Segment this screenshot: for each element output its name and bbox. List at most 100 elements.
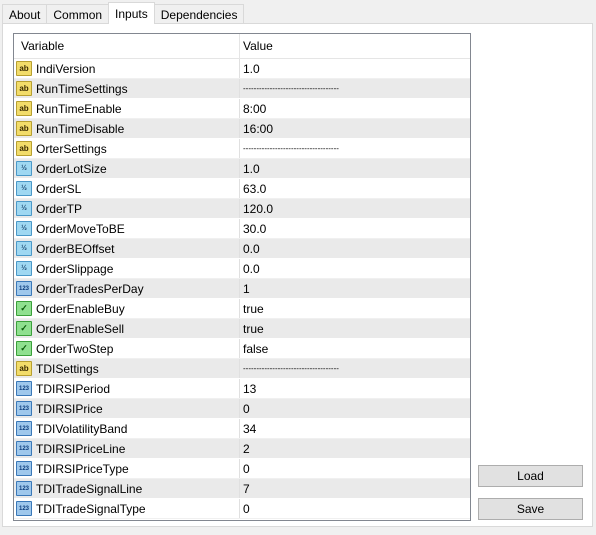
- value-cell[interactable]: 30.0: [240, 219, 470, 238]
- variable-name: RunTimeSettings: [36, 81, 128, 96]
- integer-icon: 123: [16, 281, 32, 296]
- string-icon: ab: [16, 121, 32, 136]
- table-row[interactable]: ab TDISettings ---------------------------…: [14, 359, 470, 379]
- variable-name: RunTimeEnable: [36, 101, 122, 116]
- value-cell[interactable]: true: [240, 299, 470, 318]
- boolean-icon: ✓: [16, 341, 32, 356]
- column-header-variable[interactable]: Variable: [14, 34, 240, 58]
- column-header-value[interactable]: Value: [240, 34, 470, 58]
- table-row[interactable]: ½ OrderBEOffset 0.0: [14, 239, 470, 259]
- integer-icon: 123: [16, 401, 32, 416]
- variable-cell: ½ OrderSL: [14, 179, 240, 198]
- tab-about[interactable]: About: [2, 4, 48, 24]
- variable-cell: ab RunTimeSettings: [14, 79, 240, 98]
- boolean-icon: ✓: [16, 321, 32, 336]
- double-icon: ½: [16, 201, 32, 216]
- table-row[interactable]: ½ OrderSL 63.0: [14, 179, 470, 199]
- table-row[interactable]: 123 TDIRSIPrice 0: [14, 399, 470, 419]
- table-row[interactable]: ab RunTimeDisable 16:00: [14, 119, 470, 139]
- integer-icon: 123: [16, 481, 32, 496]
- table-row[interactable]: ½ OrderSlippage 0.0: [14, 259, 470, 279]
- variable-name: IndiVersion: [36, 61, 96, 76]
- value-cell[interactable]: ------------------------------------: [240, 139, 470, 158]
- variable-cell: 123 TDIRSIPriceLine: [14, 439, 240, 458]
- table-row[interactable]: 123 TDIRSIPeriod 13: [14, 379, 470, 399]
- table-row[interactable]: 123 TDITradeSignalLine 7: [14, 479, 470, 499]
- table-row[interactable]: ½ OrderMoveToBE 30.0: [14, 219, 470, 239]
- variable-cell: ab OrterSettings: [14, 139, 240, 158]
- variable-cell: 123 TDITradeSignalLine: [14, 479, 240, 498]
- value-cell[interactable]: 1.0: [240, 59, 470, 78]
- variable-cell: ab TDISettings: [14, 359, 240, 378]
- table-row[interactable]: 123 OrderTradesPerDay 1: [14, 279, 470, 299]
- table-row[interactable]: ab RunTimeSettings -----------------------…: [14, 79, 470, 99]
- table-row[interactable]: ✓ OrderEnableSell true: [14, 319, 470, 339]
- table-row[interactable]: ab RunTimeEnable 8:00: [14, 99, 470, 119]
- value-cell[interactable]: 8:00: [240, 99, 470, 118]
- variable-cell: 123 TDIVolatilityBand: [14, 419, 240, 438]
- inputs-list[interactable]: Variable Value ab IndiVersion 1.0 ab RunTime…: [13, 33, 471, 521]
- variable-name: RunTimeDisable: [36, 121, 125, 136]
- double-icon: ½: [16, 261, 32, 276]
- tab-common[interactable]: Common: [46, 4, 110, 24]
- variable-name: OrderEnableSell: [36, 321, 125, 336]
- value-cell[interactable]: 0.0: [240, 239, 470, 258]
- double-icon: ½: [16, 221, 32, 236]
- value-cell[interactable]: false: [240, 339, 470, 358]
- table-row[interactable]: ½ OrderLotSize 1.0: [14, 159, 470, 179]
- value-cell[interactable]: 120.0: [240, 199, 470, 218]
- variable-name: TDITradeSignalLine: [36, 481, 143, 496]
- variable-cell: 123 OrderTradesPerDay: [14, 279, 240, 298]
- value-cell[interactable]: 13: [240, 379, 470, 398]
- tab-dependencies[interactable]: Dependencies: [153, 4, 245, 24]
- table-row[interactable]: ✓ OrderEnableBuy true: [14, 299, 470, 319]
- variable-name: OrterSettings: [36, 141, 107, 156]
- variable-name: OrderLotSize: [36, 161, 107, 176]
- double-icon: ½: [16, 161, 32, 176]
- value-cell[interactable]: 0: [240, 459, 470, 478]
- value-cell[interactable]: true: [240, 319, 470, 338]
- variable-cell: ab RunTimeEnable: [14, 99, 240, 118]
- variable-cell: 123 TDIRSIPeriod: [14, 379, 240, 398]
- variable-cell: ½ OrderBEOffset: [14, 239, 240, 258]
- table-row[interactable]: ✓ OrderTwoStep false: [14, 339, 470, 359]
- variable-name: TDIRSIPriceType: [36, 461, 129, 476]
- table-row[interactable]: ab OrterSettings -------------------------…: [14, 139, 470, 159]
- variable-cell: 123 TDIRSIPriceType: [14, 459, 240, 478]
- variable-name: OrderTP: [36, 201, 83, 216]
- integer-icon: 123: [16, 441, 32, 456]
- tab-inputs[interactable]: Inputs: [108, 2, 155, 24]
- value-cell[interactable]: 2: [240, 439, 470, 458]
- table-row[interactable]: 123 TDIRSIPriceType 0: [14, 459, 470, 479]
- variable-cell: 123 TDITradeSignalType: [14, 499, 240, 518]
- value-cell[interactable]: 0.0: [240, 259, 470, 278]
- table-row[interactable]: ab IndiVersion 1.0: [14, 59, 470, 79]
- load-button[interactable]: Load: [478, 465, 583, 487]
- value-cell[interactable]: 1: [240, 279, 470, 298]
- variable-cell: ab IndiVersion: [14, 59, 240, 78]
- variable-name: OrderBEOffset: [36, 241, 115, 256]
- variable-cell: ab RunTimeDisable: [14, 119, 240, 138]
- variable-name: OrderSL: [36, 181, 82, 196]
- variable-name: OrderSlippage: [36, 261, 114, 276]
- value-cell[interactable]: 7: [240, 479, 470, 498]
- value-cell[interactable]: 16:00: [240, 119, 470, 138]
- integer-icon: 123: [16, 421, 32, 436]
- table-row[interactable]: 123 TDIVolatilityBand 34: [14, 419, 470, 439]
- variable-name: TDIRSIPeriod: [36, 381, 111, 396]
- value-cell[interactable]: 0: [240, 499, 470, 518]
- value-cell[interactable]: 63.0: [240, 179, 470, 198]
- table-row[interactable]: 123 TDITradeSignalType 0: [14, 499, 470, 519]
- value-cell[interactable]: ------------------------------------: [240, 359, 470, 378]
- value-cell[interactable]: 34: [240, 419, 470, 438]
- list-rows: ab IndiVersion 1.0 ab RunTimeSettings -------…: [14, 59, 470, 519]
- table-row[interactable]: 123 TDIRSIPriceLine 2: [14, 439, 470, 459]
- save-button[interactable]: Save: [478, 498, 583, 520]
- variable-cell: ½ OrderLotSize: [14, 159, 240, 178]
- table-row[interactable]: ½ OrderTP 120.0: [14, 199, 470, 219]
- value-cell[interactable]: 0: [240, 399, 470, 418]
- value-cell[interactable]: ------------------------------------: [240, 79, 470, 98]
- variable-name: OrderTradesPerDay: [36, 281, 144, 296]
- string-icon: ab: [16, 101, 32, 116]
- value-cell[interactable]: 1.0: [240, 159, 470, 178]
